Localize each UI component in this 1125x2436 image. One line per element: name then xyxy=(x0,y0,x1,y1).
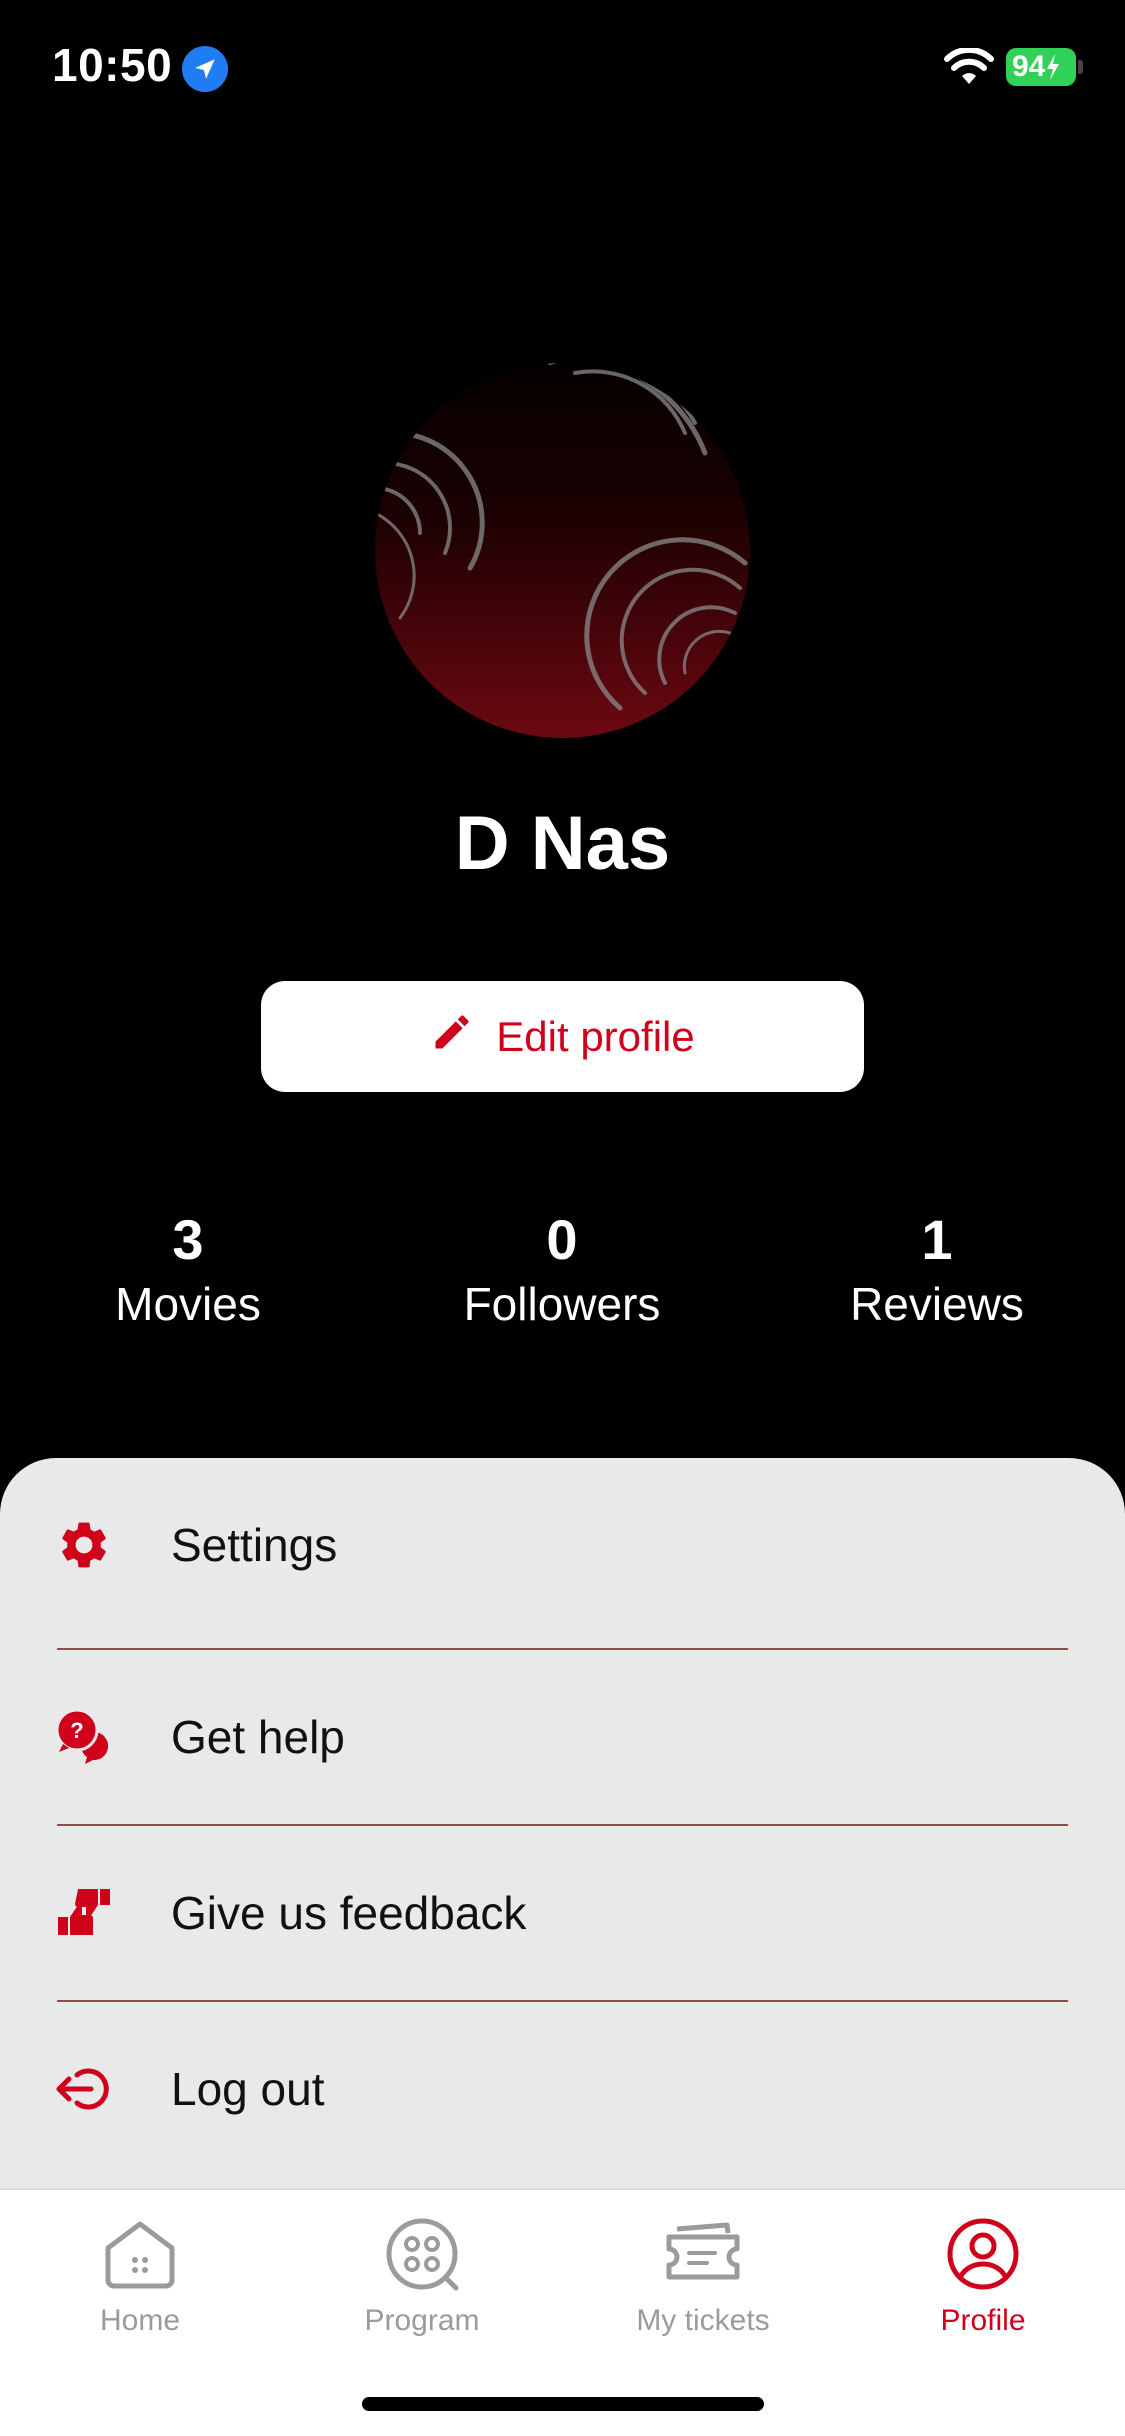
home-icon xyxy=(0,2212,280,2296)
tab-profile[interactable]: Profile xyxy=(843,2212,1123,2338)
stat-reviews[interactable]: 1 Reviews xyxy=(787,1208,1087,1334)
stat-label: Movies xyxy=(115,1278,261,1330)
stat-label: Reviews xyxy=(850,1278,1024,1330)
help-chat-icon: ? xyxy=(54,1707,114,1767)
tab-program[interactable]: Program xyxy=(282,2212,562,2338)
location-arrow-icon xyxy=(182,46,228,92)
tab-bar: Home Program My tickets Profile xyxy=(0,2188,1125,2436)
profile-stats: 3 Movies 0 Followers 1 Reviews xyxy=(0,1208,1125,1338)
menu-item-feedback[interactable]: Give us feedback xyxy=(0,1826,1125,2000)
stat-count: 3 xyxy=(172,1208,204,1271)
tab-label: Program xyxy=(364,2304,480,2337)
stat-count: 0 xyxy=(546,1208,578,1271)
charging-bolt-icon xyxy=(1047,54,1060,80)
svg-text:?: ? xyxy=(70,1718,83,1743)
profile-icon xyxy=(843,2212,1123,2296)
tab-label: Profile xyxy=(940,2304,1026,2337)
status-time: 10:50 xyxy=(52,39,173,91)
menu-sheet: Settings ? Get help Give us feedback Log… xyxy=(0,1458,1125,2188)
menu-item-log-out[interactable]: Log out xyxy=(0,2002,1125,2176)
film-reel-icon xyxy=(282,2212,562,2296)
home-indicator[interactable] xyxy=(362,2397,764,2411)
pencil-icon xyxy=(430,1010,474,1064)
menu-item-settings[interactable]: Settings xyxy=(0,1458,1125,1632)
stat-movies[interactable]: 3 Movies xyxy=(38,1208,338,1334)
avatar-pattern xyxy=(375,363,748,711)
tab-my-tickets[interactable]: My tickets xyxy=(563,2212,843,2338)
avatar[interactable] xyxy=(375,363,750,738)
menu-item-get-help[interactable]: ? Get help xyxy=(0,1650,1125,1824)
menu-label: Log out xyxy=(171,2063,325,2115)
tab-label: My tickets xyxy=(636,2304,770,2337)
battery-icon: 94 xyxy=(1006,48,1076,86)
menu-label: Get help xyxy=(171,1711,345,1763)
stat-count: 1 xyxy=(921,1208,953,1271)
status-bar: 10:50 94 xyxy=(0,0,1125,140)
battery-level: 94 xyxy=(1012,50,1046,83)
battery-nub xyxy=(1078,60,1083,74)
edit-profile-button[interactable]: Edit profile xyxy=(261,981,864,1092)
menu-label: Give us feedback xyxy=(171,1887,527,1939)
menu-label: Settings xyxy=(171,1519,338,1571)
tab-label: Home xyxy=(99,2304,181,2337)
wifi-icon xyxy=(944,46,994,91)
tab-home[interactable]: Home xyxy=(0,2212,280,2338)
user-name: D Nas xyxy=(454,801,671,886)
stat-label: Followers xyxy=(463,1278,661,1330)
gear-icon xyxy=(54,1515,114,1575)
ticket-icon xyxy=(563,2212,843,2296)
thumbs-feedback-icon xyxy=(54,1883,114,1943)
edit-profile-label: Edit profile xyxy=(496,1012,695,1060)
logout-icon xyxy=(54,2059,114,2119)
stat-followers[interactable]: 0 Followers xyxy=(412,1208,712,1334)
